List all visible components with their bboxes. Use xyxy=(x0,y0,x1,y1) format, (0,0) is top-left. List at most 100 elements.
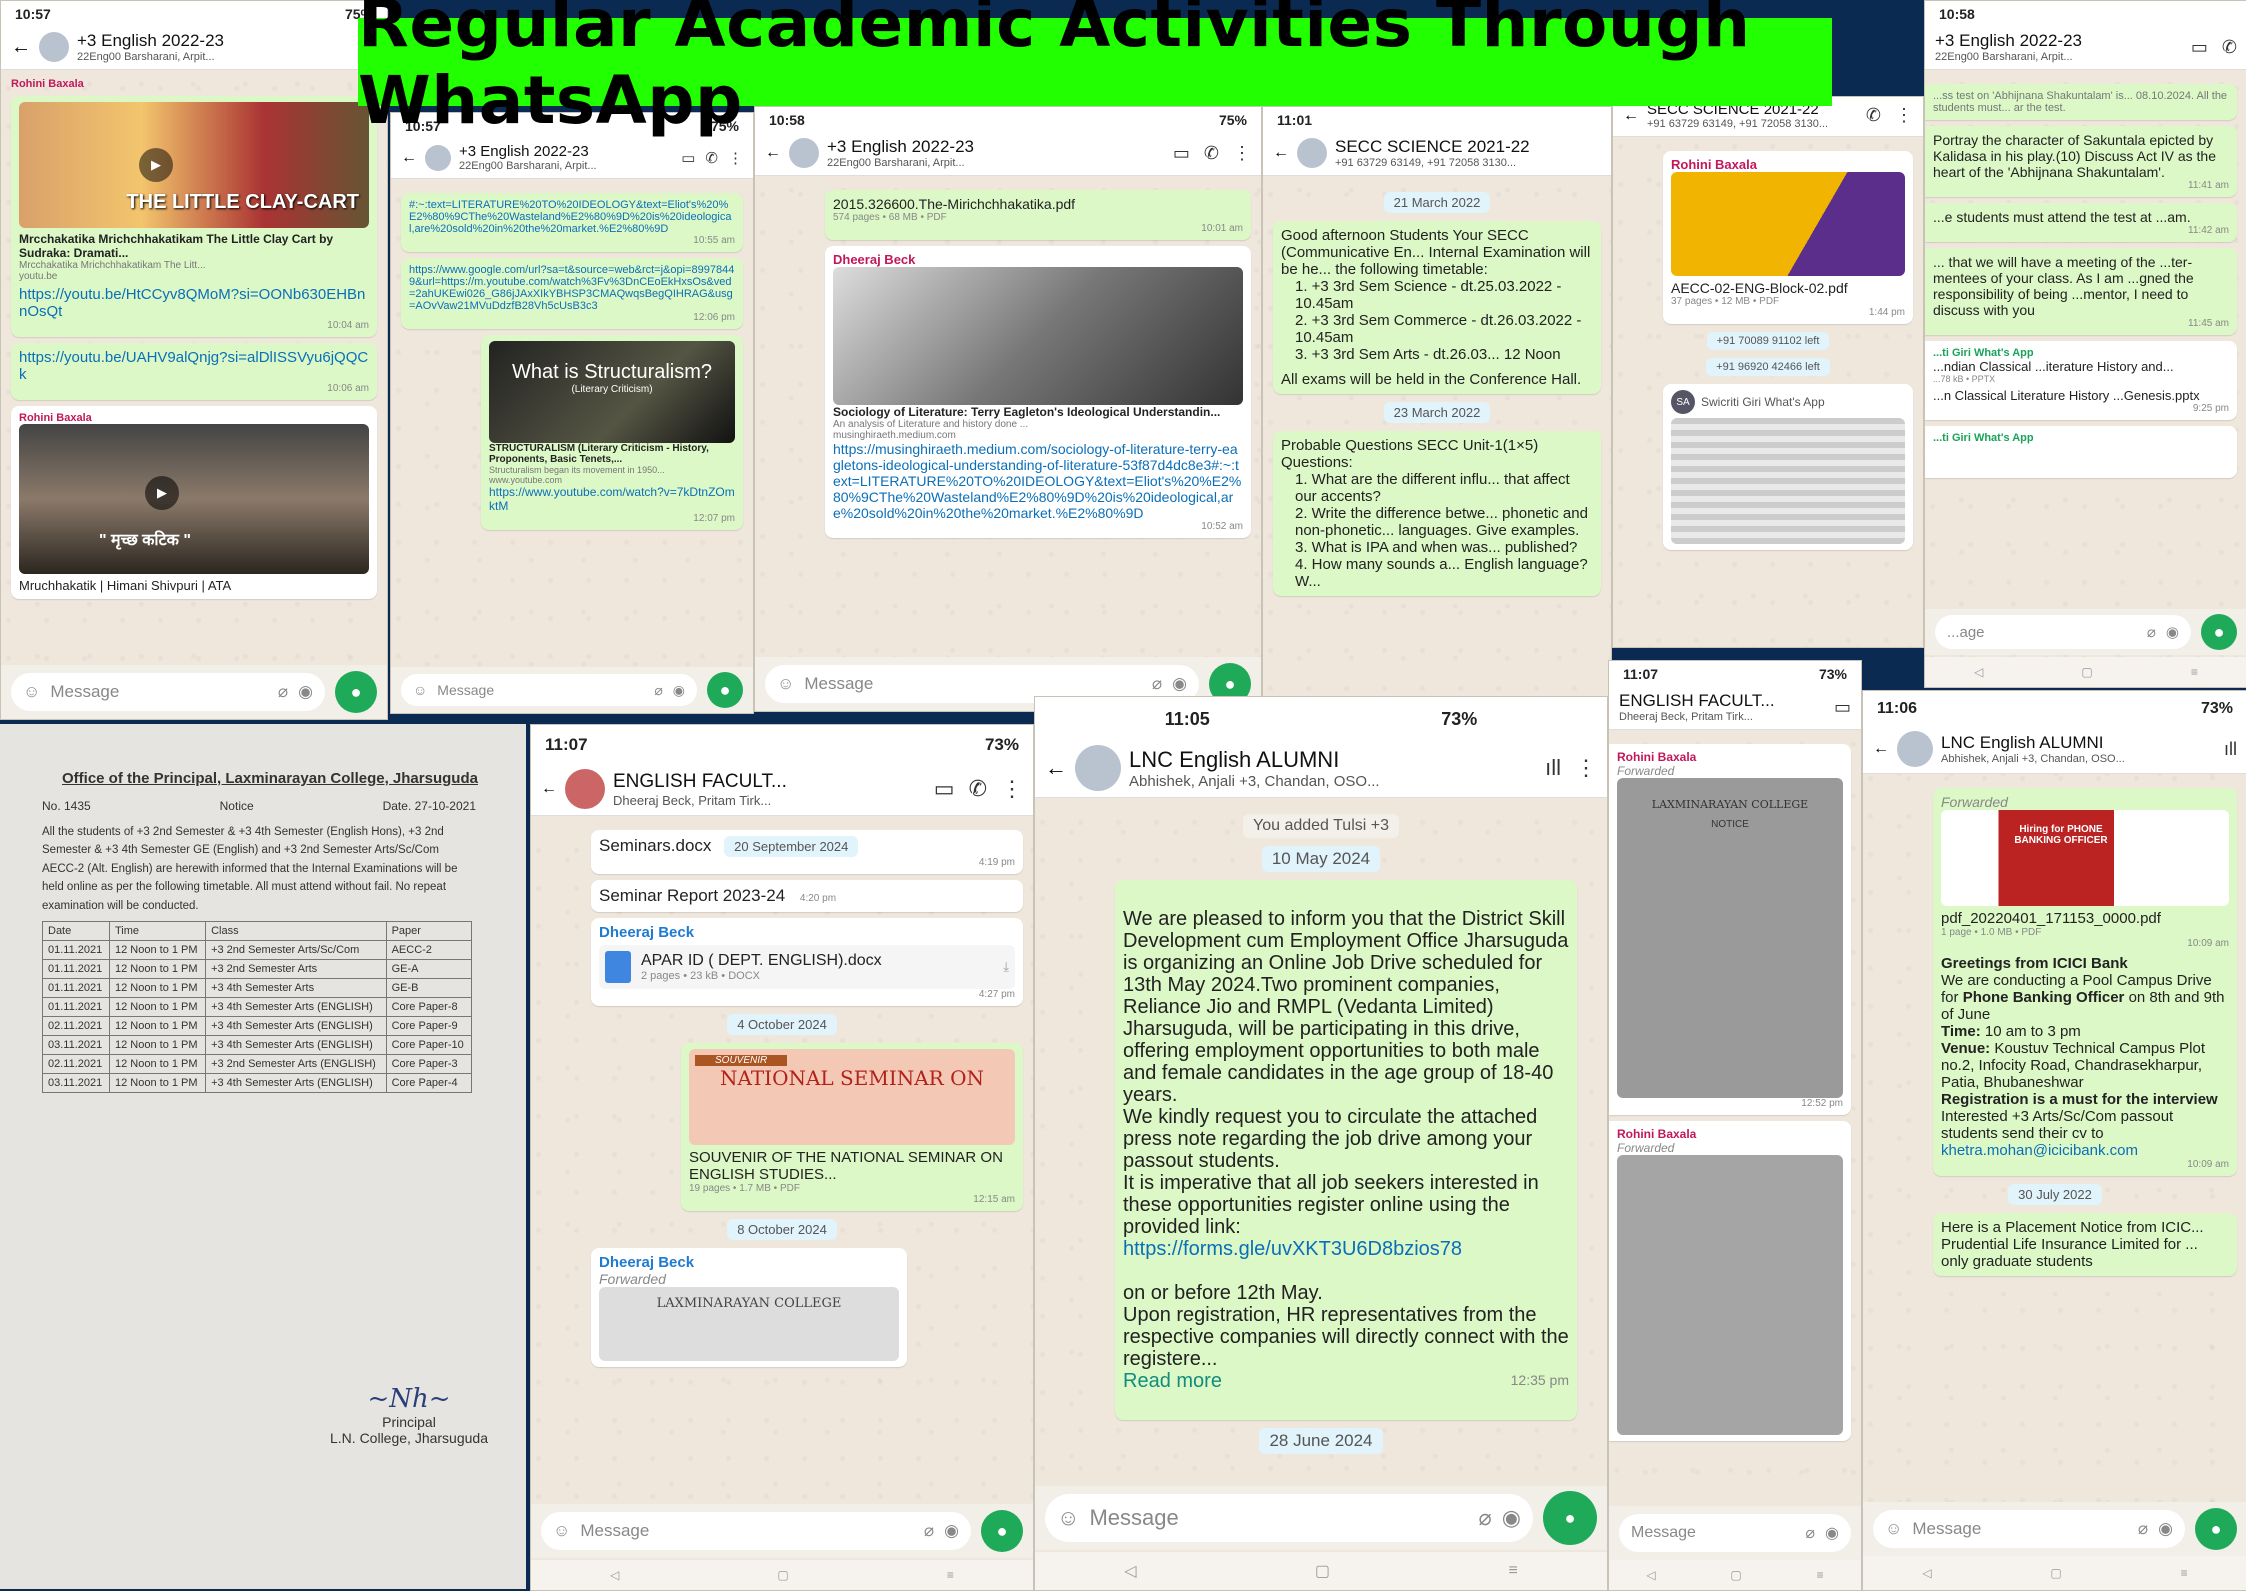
notice-image[interactable] xyxy=(1671,418,1905,544)
recents-nav-icon[interactable]: ≡ xyxy=(1508,1562,1517,1580)
message-link[interactable]: https://www.google.com/url?sa=t&source=w… xyxy=(409,264,735,312)
read-more-link[interactable]: Read more xyxy=(1123,1370,1222,1392)
video-message[interactable]: Rohini Baxala ▶ " मृच्छ कटिक " Mruchhaka… xyxy=(11,406,377,599)
camera-icon[interactable]: ◉ xyxy=(944,1521,959,1541)
message-input[interactable]: ☺ Message ⌀ ◉ xyxy=(401,674,697,706)
recents-nav-icon[interactable]: ≡ xyxy=(1817,1568,1824,1582)
souvenir-cover[interactable]: SOUVENIR NATIONAL SEMINAR ON xyxy=(689,1049,1015,1145)
text-message[interactable]: Seminars.docx 20 September 2024 4:19 pm xyxy=(591,830,1023,874)
text-message[interactable]: Portray the character of Sakuntala epict… xyxy=(1925,126,2237,197)
document-message[interactable]: Rohini Baxala AECC-02-ENG-Block-02.pdf 3… xyxy=(1663,151,1913,324)
registration-link[interactable]: https://forms.gle/uvXKT3U6D8bzios78 xyxy=(1123,1238,1569,1260)
emoji-icon[interactable]: ☺ xyxy=(553,1521,570,1541)
document-message[interactable]: 2015.326600.The-Mirichchhakatika.pdf 574… xyxy=(825,190,1251,240)
document-message[interactable]: SOUVENIR NATIONAL SEMINAR ON SOUVENIR OF… xyxy=(681,1043,1023,1211)
back-nav-icon[interactable]: ◁ xyxy=(1922,1566,1931,1580)
back-arrow-icon[interactable]: ← xyxy=(765,144,781,162)
forwarded-notice-message[interactable]: Rohini Baxala Forwarded LAXMINARAYAN COL… xyxy=(1609,744,1851,1115)
attach-icon[interactable]: ⌀ xyxy=(924,1521,934,1541)
job-poster[interactable]: Hiring for PHONE BANKING OFFICER xyxy=(1941,810,2229,906)
attach-icon[interactable]: ⌀ xyxy=(654,682,662,699)
camera-icon[interactable]: ◉ xyxy=(2158,1519,2173,1539)
message-input[interactable]: ☺ Message ⌀ ◉ xyxy=(1045,1494,1533,1542)
chat-name[interactable]: +3 English 2022-23 xyxy=(459,143,597,160)
attach-icon[interactable]: ⌀ xyxy=(1805,1523,1815,1543)
back-arrow-icon[interactable]: ← xyxy=(1273,144,1289,162)
text-message[interactable]: Here is a Placement Notice from ICIC... … xyxy=(1933,1213,2237,1276)
article-message[interactable]: Dheeraj Beck Sociology of Literature: Te… xyxy=(825,246,1251,538)
letterhead-image[interactable]: LAXMINARAYAN COLLEGE xyxy=(599,1287,899,1361)
more-options-icon[interactable]: ⋮ xyxy=(728,149,743,167)
phone-icon[interactable]: ✆ xyxy=(2222,37,2237,58)
attach-icon[interactable]: ⌀ xyxy=(2147,623,2156,641)
text-message[interactable]: Seminar Report 2023-24 4:20 pm xyxy=(591,880,1023,912)
video-thumbnail[interactable]: ▶ " मृच्छ कटिक " xyxy=(19,424,369,574)
message-link[interactable]: #:~:text=LITERATURE%20TO%20IDEOLOGY&text… xyxy=(409,199,735,235)
text-message[interactable]: #:~:text=LITERATURE%20TO%20IDEOLOGY&text… xyxy=(401,193,743,252)
incoming-message[interactable]: ...ti Giri What's App xyxy=(1925,426,2237,478)
camera-icon[interactable]: ◉ xyxy=(1502,1505,1521,1531)
message-link[interactable]: https://musinghiraeth.medium.com/sociolo… xyxy=(833,441,1243,521)
text-message[interactable]: Good afternoon Students Your SECC (Commu… xyxy=(1273,221,1601,394)
back-arrow-icon[interactable]: ← xyxy=(541,780,557,798)
message-link[interactable]: https://www.youtube.com/watch?v=7kDtnZOm… xyxy=(489,485,735,513)
home-nav-icon[interactable]: ▢ xyxy=(2050,1566,2061,1580)
video-call-icon[interactable]: ▭ xyxy=(1834,697,1851,718)
add-call-icon[interactable]: ✆ xyxy=(1866,105,1881,126)
back-arrow-icon[interactable]: ← xyxy=(11,36,31,59)
video-call-icon[interactable]: ▭ xyxy=(681,149,695,167)
document-message[interactable]: Dheeraj Beck APAR ID ( DEPT. ENGLISH).do… xyxy=(591,918,1023,1006)
home-nav-icon[interactable]: ▢ xyxy=(1730,1568,1741,1582)
message-link[interactable]: https://youtu.be/HtCCyv8QMoM?si=OONb630E… xyxy=(19,286,369,320)
chat-name[interactable]: +3 English 2022-23 xyxy=(77,31,224,51)
voice-call-icon[interactable]: ıll xyxy=(1545,755,1561,781)
link-preview-message[interactable]: ▶ THE LITTLE CLAY-CART Mrcchakatika Mric… xyxy=(11,96,377,337)
attach-icon[interactable]: ⌀ xyxy=(1479,1505,1492,1531)
home-nav-icon[interactable]: ▢ xyxy=(777,1568,788,1582)
home-nav-icon[interactable]: ▢ xyxy=(1315,1561,1330,1581)
back-nav-icon[interactable]: ◁ xyxy=(1974,665,1983,679)
home-nav-icon[interactable]: ▢ xyxy=(2081,665,2092,679)
attach-icon[interactable]: ⌀ xyxy=(2138,1519,2148,1539)
recents-nav-icon[interactable]: ≡ xyxy=(947,1568,954,1582)
emoji-icon[interactable]: ☺ xyxy=(413,682,427,698)
video-call-icon[interactable]: ▭ xyxy=(1173,143,1190,164)
attach-icon[interactable]: ⌀ xyxy=(1152,674,1162,694)
more-options-icon[interactable]: ⋮ xyxy=(1233,143,1251,164)
text-message[interactable]: ... that we will have a meeting of the .… xyxy=(1925,248,2237,335)
message-link[interactable]: https://youtu.be/UAHV9alQnjg?si=alDlISSV… xyxy=(19,349,369,383)
back-nav-icon[interactable]: ◁ xyxy=(610,1568,619,1582)
chat-name[interactable]: ENGLISH FACULT... xyxy=(613,771,787,793)
job-drive-message[interactable]: We are pleased to inform you that the Di… xyxy=(1115,880,1577,1420)
emoji-icon[interactable]: ☺ xyxy=(777,674,794,694)
emoji-icon[interactable]: ☺ xyxy=(1057,1505,1079,1531)
group-avatar[interactable] xyxy=(1897,731,1933,767)
camera-icon[interactable]: ◉ xyxy=(2166,623,2179,641)
group-avatar[interactable] xyxy=(789,138,819,168)
document-preview[interactable] xyxy=(1671,172,1905,276)
back-arrow-icon[interactable]: ← xyxy=(1045,755,1067,781)
chat-name[interactable]: ENGLISH FACULT... xyxy=(1619,691,1775,711)
attach-icon[interactable]: ⌀ xyxy=(278,682,288,702)
job-notice-message[interactable]: Forwarded Hiring for PHONE BANKING OFFIC… xyxy=(1933,788,2237,1176)
notice-image[interactable] xyxy=(1617,1155,1843,1435)
back-arrow-icon[interactable]: ← xyxy=(1873,740,1889,758)
back-nav-icon[interactable]: ◁ xyxy=(1646,1568,1655,1582)
camera-icon[interactable]: ◉ xyxy=(673,682,685,699)
more-options-icon[interactable]: ⋮ xyxy=(1575,755,1597,781)
document-message[interactable]: ...ti Giri What's App ...ndian Classical… xyxy=(1925,341,2237,420)
message-input[interactable]: ☺ Message ⌀ ◉ xyxy=(11,673,325,711)
mic-button[interactable]: ● xyxy=(1543,1491,1597,1545)
mic-button[interactable]: ● xyxy=(981,1510,1023,1552)
message-input[interactable]: Message ⌀ ◉ xyxy=(1619,1514,1851,1552)
article-image[interactable] xyxy=(833,267,1243,405)
youtube-preview-message[interactable]: What is Structuralism? (Literary Critici… xyxy=(481,335,743,530)
back-nav-icon[interactable]: ◁ xyxy=(1124,1561,1136,1581)
chat-name[interactable]: +3 English 2022-23 xyxy=(827,137,974,157)
recents-nav-icon[interactable]: ≡ xyxy=(2191,665,2198,679)
play-icon[interactable]: ▶ xyxy=(139,148,173,182)
group-avatar[interactable] xyxy=(1075,745,1121,791)
more-options-icon[interactable]: ⋮ xyxy=(1001,776,1023,802)
link-message[interactable]: https://www.google.com/url?sa=t&source=w… xyxy=(401,258,743,329)
chat-name[interactable]: LNC English ALUMNI xyxy=(1129,747,1380,773)
